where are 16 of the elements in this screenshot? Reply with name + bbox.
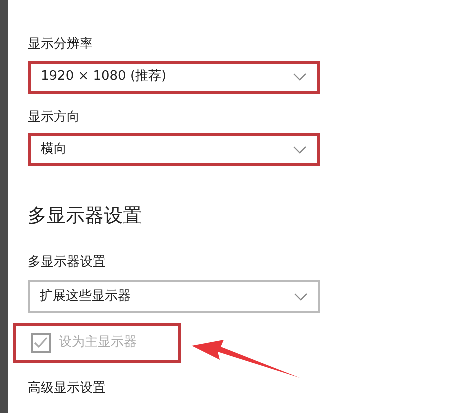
field-label: 显示方向 (28, 108, 80, 126)
dropdown[interactable]: 扩展这些显示器 (28, 280, 320, 313)
dropdown-value: 1920 × 1080 (推荐) (41, 68, 167, 86)
dropdown-value: 横向 (41, 140, 67, 159)
field-label: 显示分辨率 (28, 36, 93, 54)
check-icon (34, 337, 48, 349)
settings-link[interactable]: 高级显示设置 (28, 379, 106, 398)
checkbox-label: 设为主显示器 (59, 334, 137, 352)
dropdown-value: 扩展这些显示器 (40, 288, 131, 306)
dropdown[interactable]: 横向 (28, 133, 320, 166)
chevron-down-icon (294, 292, 308, 300)
chevron-down-icon (293, 146, 307, 154)
section-heading: 多显示器设置 (28, 204, 142, 229)
chevron-down-icon (293, 73, 307, 81)
field-label: 多显示器设置 (28, 254, 106, 272)
dropdown[interactable]: 1920 × 1080 (推荐) (28, 60, 320, 94)
